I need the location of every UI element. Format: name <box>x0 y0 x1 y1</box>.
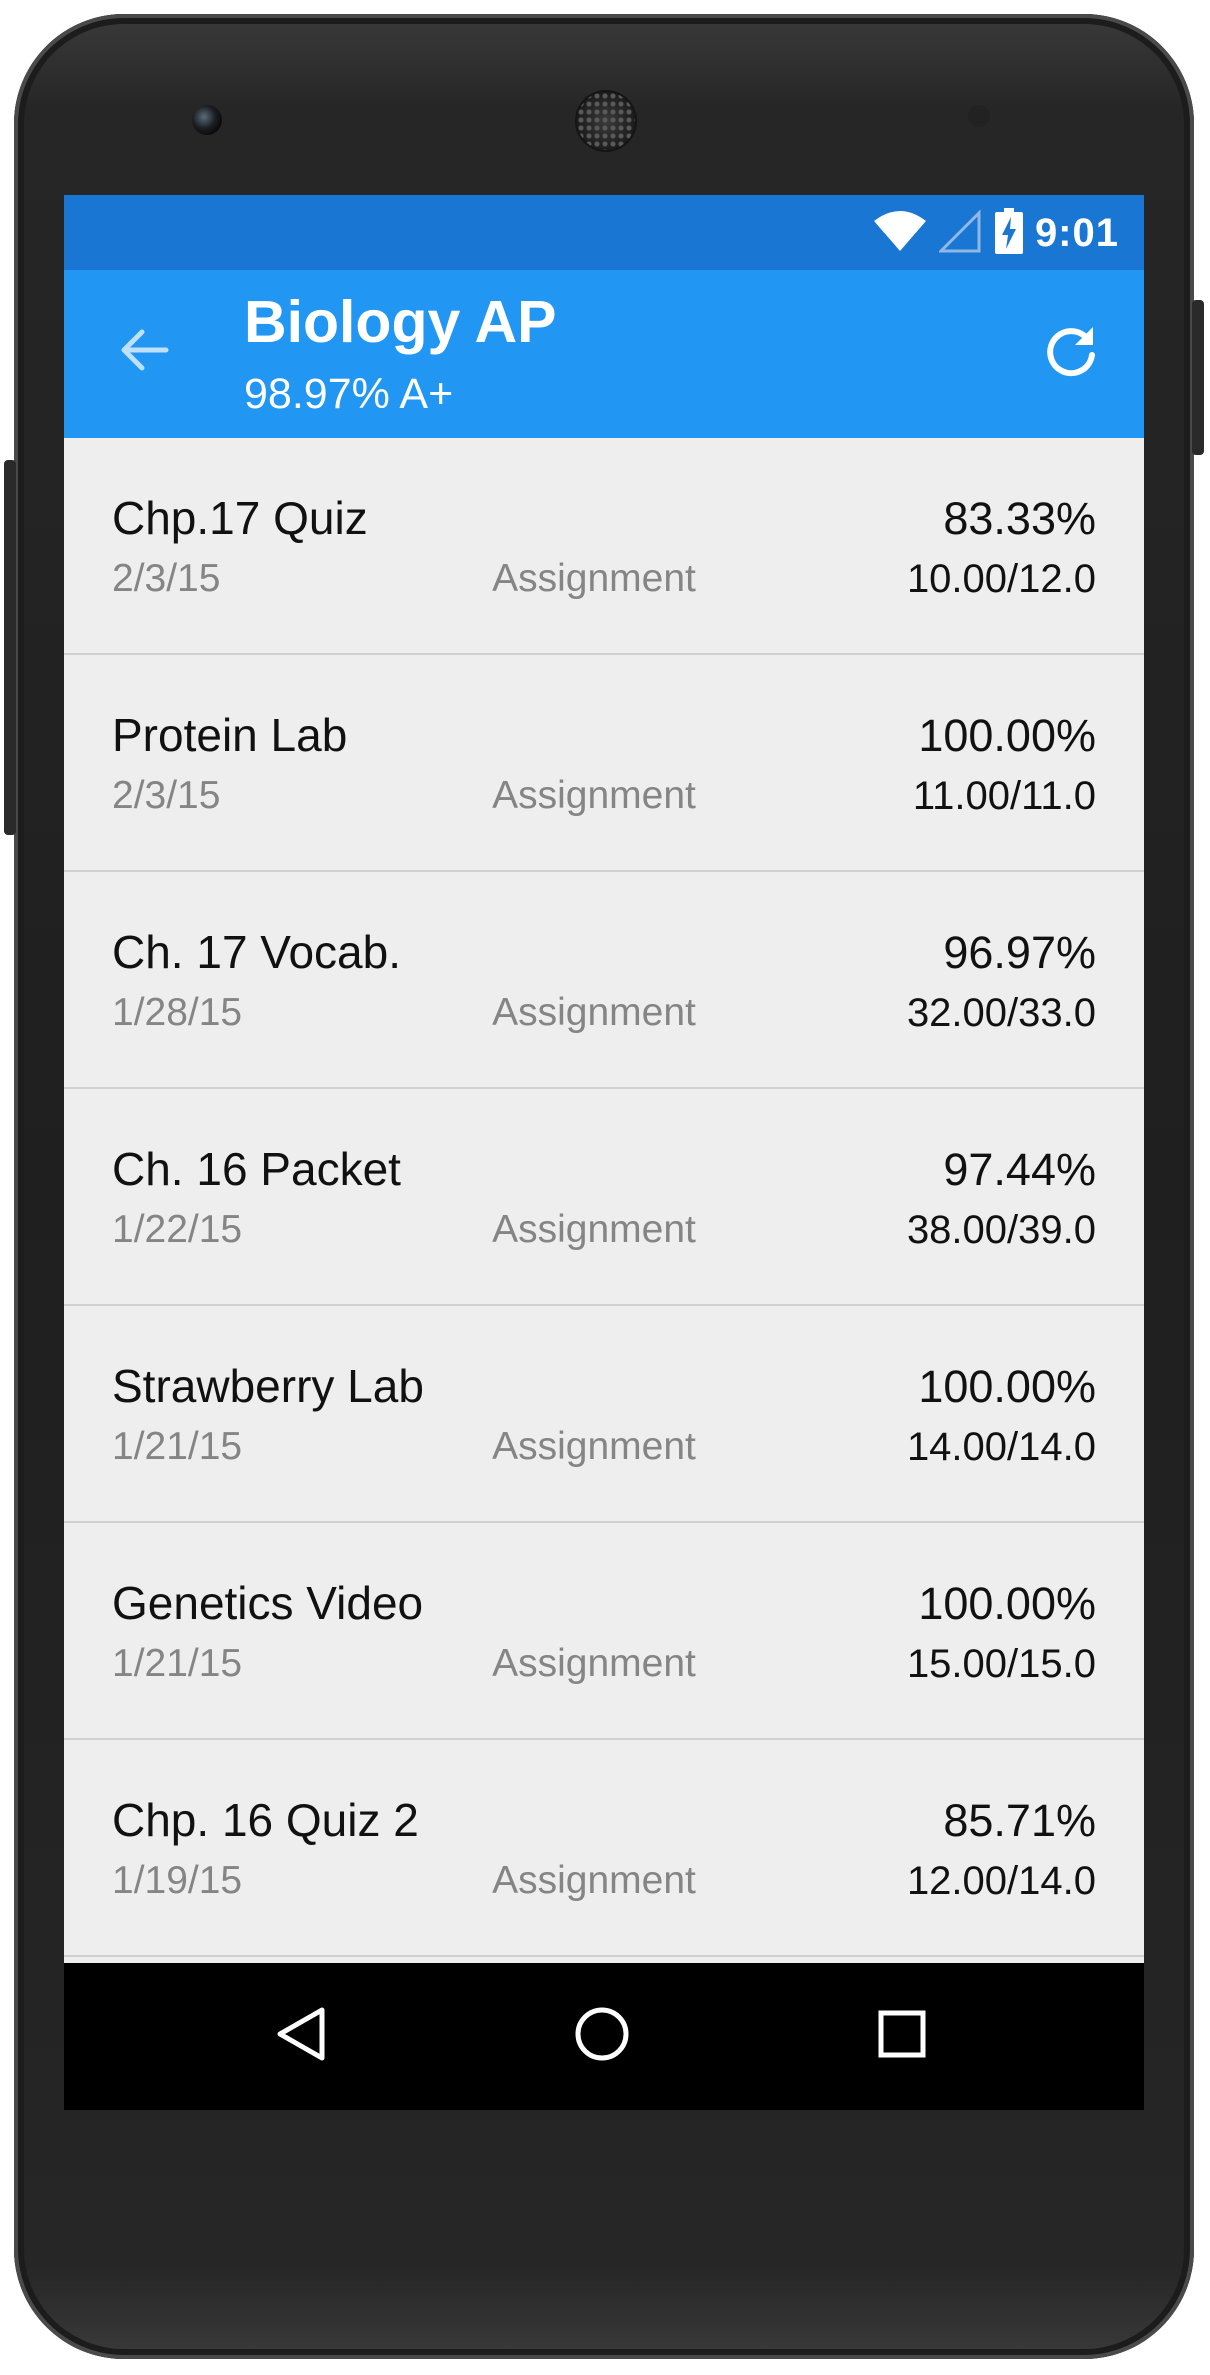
page-title: Biology AP <box>244 289 557 355</box>
assignment-type: Assignment <box>492 557 696 600</box>
volume-button <box>4 460 16 835</box>
assignment-score: 11.00/11.0 <box>912 774 1096 818</box>
nav-home-button[interactable] <box>557 1991 647 2081</box>
power-button <box>1192 300 1204 455</box>
status-bar: 9:01 <box>64 195 1144 270</box>
assignment-name: Ch. 16 Packet <box>112 1143 401 1195</box>
assignment-date: 1/22/15 <box>112 1208 243 1251</box>
assignment-date: 1/21/15 <box>112 1425 243 1468</box>
arrow-back-icon <box>118 324 170 381</box>
assignment-type: Assignment <box>492 774 696 817</box>
list-item[interactable]: Ch. 16 Packet 1/22/15 Assignment 97.44% … <box>64 1089 1144 1306</box>
light-sensor <box>1008 108 1022 122</box>
assignment-name: Chp.17 Quiz <box>112 492 368 544</box>
proximity-sensor <box>968 105 990 127</box>
assignment-score: 38.00/39.0 <box>906 1208 1096 1252</box>
navigation-bar <box>64 1963 1144 2110</box>
assignment-list: Chp.17 Quiz 2/3/15 Assignment 83.33% 10.… <box>64 438 1144 1957</box>
app-bar: Biology AP 98.97% A+ <box>64 270 1144 438</box>
assignment-date: 1/21/15 <box>112 1642 243 1685</box>
list-item[interactable]: Protein Lab 2/3/15 Assignment 100.00% 11… <box>64 655 1144 872</box>
list-item[interactable]: Genetics Video 1/21/15 Assignment 100.00… <box>64 1523 1144 1740</box>
assignment-type: Assignment <box>492 991 696 1034</box>
status-time: 9:01 <box>1034 210 1119 255</box>
screen: 9:01 Biology AP 98.97% A+ Chp.17 Quiz 2/… <box>64 195 1144 2110</box>
assignment-percent: 96.97% <box>943 927 1096 978</box>
assignment-percent: 85.71% <box>943 1795 1096 1846</box>
nav-recents-button[interactable] <box>857 1991 947 2081</box>
assignment-name: Chp. 16 Quiz 2 <box>112 1794 419 1846</box>
assignment-score: 10.00/12.0 <box>906 557 1096 601</box>
nav-back-icon <box>272 2004 332 2069</box>
refresh-button[interactable] <box>1036 318 1106 388</box>
assignment-type: Assignment <box>492 1859 696 1902</box>
grade-summary: 98.97% A+ <box>244 370 454 418</box>
assignment-name: Protein Lab <box>112 709 348 761</box>
list-item[interactable]: Strawberry Lab 1/21/15 Assignment 100.00… <box>64 1306 1144 1523</box>
assignment-name: Ch. 17 Vocab. <box>112 926 401 978</box>
nav-recents-icon <box>872 2004 932 2069</box>
assignment-type: Assignment <box>492 1208 696 1251</box>
cellular-signal-icon <box>937 208 983 258</box>
assignment-score: 32.00/33.0 <box>906 991 1096 1035</box>
assignment-percent: 100.00% <box>918 1578 1096 1629</box>
assignment-percent: 83.33% <box>943 493 1096 544</box>
assignment-percent: 97.44% <box>943 1144 1096 1195</box>
assignment-date: 1/19/15 <box>112 1859 243 1902</box>
assignment-score: 14.00/14.0 <box>906 1425 1096 1469</box>
earpiece-speaker <box>575 90 637 152</box>
assignment-type: Assignment <box>492 1425 696 1468</box>
list-item[interactable]: Ch. 17 Vocab. 1/28/15 Assignment 96.97% … <box>64 872 1144 1089</box>
assignment-name: Genetics Video <box>112 1577 424 1629</box>
refresh-icon <box>1043 323 1099 384</box>
battery-charging-icon <box>994 207 1023 259</box>
assignment-date: 2/3/15 <box>112 557 221 600</box>
wifi-icon <box>873 209 927 258</box>
assignment-score: 15.00/15.0 <box>906 1642 1096 1686</box>
assignment-name: Strawberry Lab <box>112 1360 424 1412</box>
nav-home-icon <box>572 2004 632 2069</box>
list-item[interactable]: Chp. 16 Quiz 2 1/19/15 Assignment 85.71%… <box>64 1740 1144 1957</box>
assignment-percent: 100.00% <box>918 1361 1096 1412</box>
list-item[interactable]: Chp.17 Quiz 2/3/15 Assignment 83.33% 10.… <box>64 438 1144 655</box>
assignment-date: 2/3/15 <box>112 774 221 817</box>
front-camera <box>192 105 222 135</box>
assignment-date: 1/28/15 <box>112 991 243 1034</box>
back-button[interactable] <box>112 320 176 384</box>
assignment-type: Assignment <box>492 1642 696 1685</box>
status-icons: 9:01 <box>873 207 1119 259</box>
assignment-percent: 100.00% <box>918 710 1096 761</box>
nav-back-button[interactable] <box>257 1991 347 2081</box>
assignment-score: 12.00/14.0 <box>906 1859 1096 1903</box>
